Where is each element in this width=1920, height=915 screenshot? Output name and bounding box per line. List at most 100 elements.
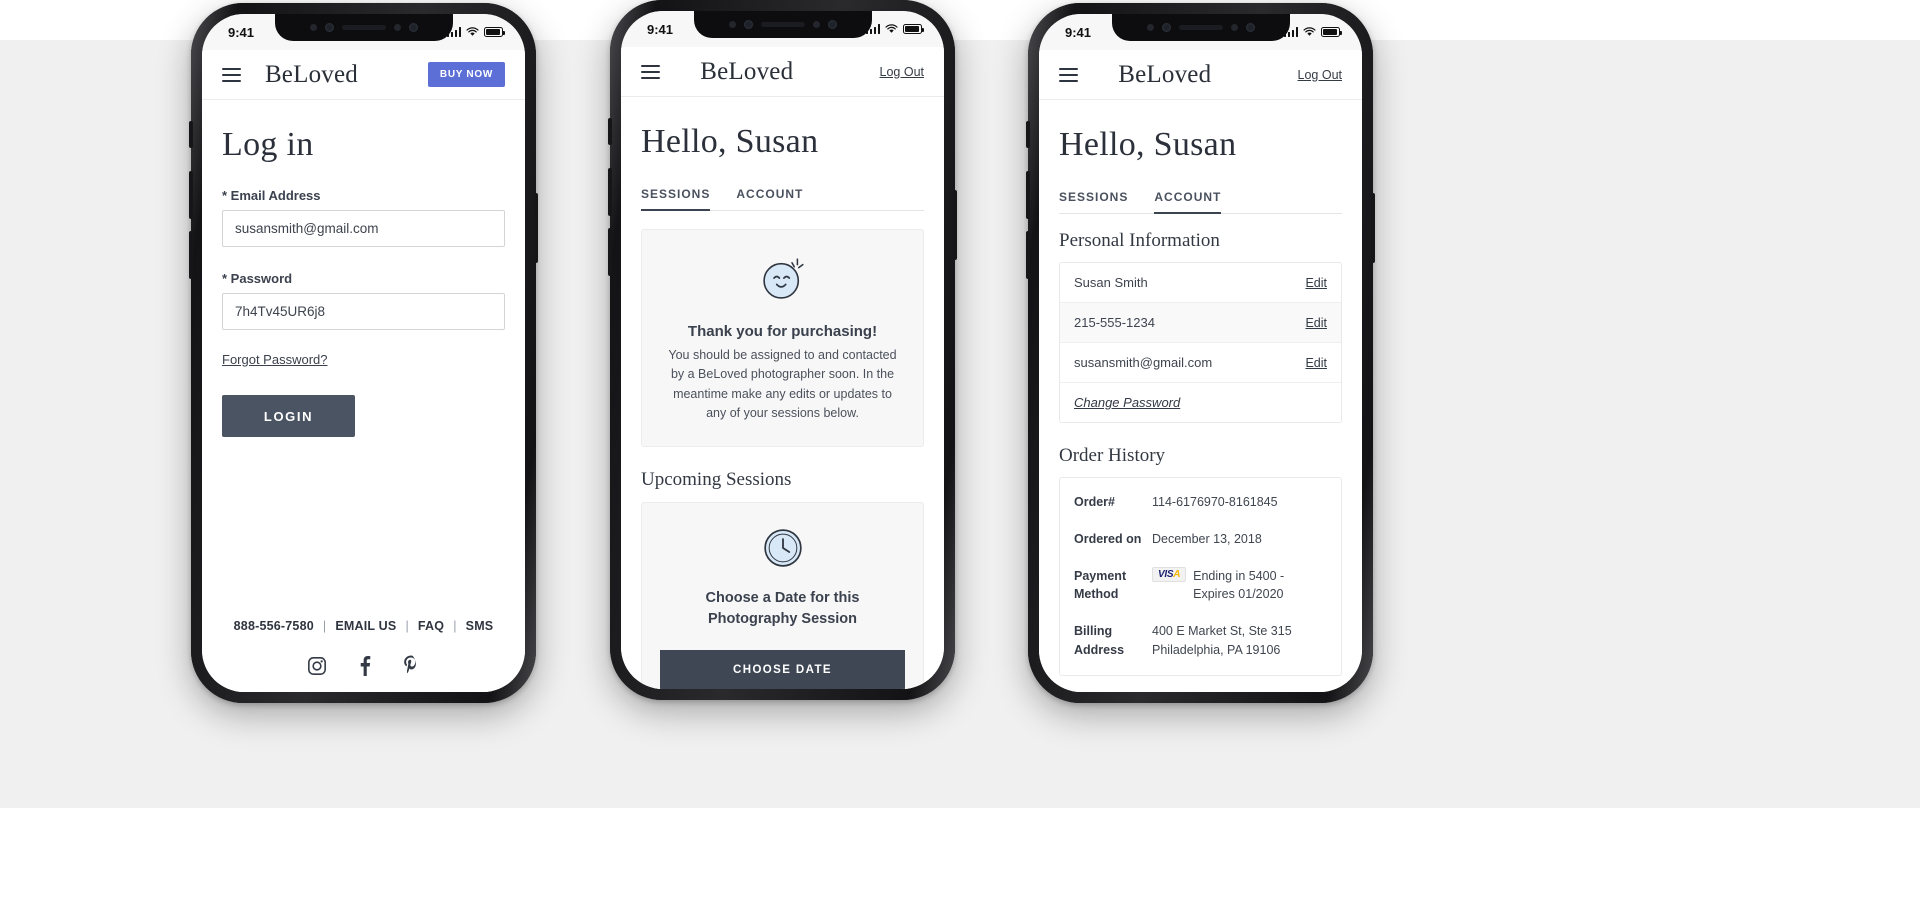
instagram-icon[interactable] (307, 656, 327, 676)
footer-sms-link[interactable]: SMS (466, 619, 494, 633)
order-history-card: Order# 114-6176970-8161845 Ordered on De… (1059, 477, 1342, 676)
footer-separator-2: | (405, 619, 409, 633)
table-row: Order# 114-6176970-8161845 (1060, 484, 1341, 521)
pinterest-icon[interactable] (402, 655, 421, 676)
email-input[interactable] (222, 210, 505, 247)
phone2-content: Hello, Susan SESSIONS ACCOUNT Thank you … (621, 97, 944, 689)
payment-method-label: Payment Method (1074, 568, 1127, 602)
status-indicators (1283, 27, 1342, 37)
footer-separator-1: | (322, 619, 327, 633)
thank-you-body: You should be assigned to and contacted … (668, 348, 897, 421)
change-password-link[interactable]: Change Password (1060, 383, 1341, 422)
status-time: 9:41 (647, 21, 674, 37)
tab-account[interactable]: ACCOUNT (1154, 190, 1222, 214)
greeting-title: Hello, Susan (1059, 126, 1237, 163)
dot-projector-icon (827, 20, 837, 29)
billing-address-label: Billing Address (1074, 624, 1125, 657)
table-row: Ordered on December 13, 2018 (1060, 521, 1341, 558)
phone1-volume-down-button (189, 231, 193, 279)
battery-icon (484, 27, 505, 37)
table-row: Billing Address 400 E Market St, Ste 315… (1060, 613, 1341, 669)
footer-email-us-link[interactable]: EMAIL US (335, 619, 396, 633)
tab-account[interactable]: ACCOUNT (736, 187, 803, 210)
email-value: susansmith@gmail.com (1074, 355, 1213, 370)
session-card: Choose a Date for this Photography Sessi… (641, 501, 924, 689)
screenshot-canvas: 9:41 BeLoved BUY NOW Log in * Email Addr… (0, 0, 1920, 915)
thank-you-card: Thank you for purchasing! You should be … (641, 229, 924, 447)
phone1-screen: 9:41 BeLoved BUY NOW Log in * Email Addr… (202, 14, 525, 692)
logout-link[interactable]: Log Out (1298, 68, 1342, 82)
phone2-top-nav: BeLoved Log Out (621, 47, 944, 97)
login-button[interactable]: LOGIN (222, 395, 355, 437)
phone1-footer: 888-556-7580 | EMAIL US | FAQ | SMS (202, 619, 525, 676)
phone1-mute-switch (189, 121, 193, 148)
earpiece-speaker-icon (1178, 25, 1223, 30)
proximity-sensor-icon (1230, 24, 1238, 31)
name-value: Susan Smith (1074, 275, 1148, 290)
footer-social-icons (222, 655, 505, 676)
phone3-volume-up-button (1026, 171, 1030, 219)
billing-address-value: 400 E Market St, Ste 315 Philadelphia, P… (1152, 624, 1292, 657)
phone2-mute-switch (608, 118, 612, 145)
phone2-notch (693, 11, 872, 38)
password-input[interactable] (222, 293, 505, 330)
status-time: 9:41 (228, 24, 255, 40)
table-row: Payment Method VISA Ending in 5400 - Exp… (1060, 558, 1341, 614)
tab-sessions[interactable]: SESSIONS (1059, 190, 1128, 213)
hamburger-menu-icon[interactable] (641, 64, 660, 79)
logout-link[interactable]: Log Out (880, 65, 924, 79)
phone1-content: Log in * Email Address * Password Forgot… (202, 100, 525, 692)
personal-information-heading: Personal Information (1059, 230, 1220, 251)
dot-projector-icon (408, 23, 418, 32)
tab-sessions[interactable]: SESSIONS (641, 187, 711, 211)
wifi-icon (1303, 27, 1316, 36)
phone1-power-button (534, 193, 538, 263)
brand-logo: BeLoved (700, 57, 794, 85)
ir-camera-icon (309, 24, 317, 31)
phone2-volume-down-button (608, 228, 612, 276)
status-indicators (865, 24, 924, 34)
phone2-volume-up-button (608, 168, 612, 216)
front-camera-icon (324, 23, 334, 32)
phone2-power-button (953, 190, 957, 260)
front-camera-icon (743, 20, 753, 29)
facebook-icon[interactable] (355, 655, 374, 676)
ir-camera-icon (728, 21, 736, 28)
phone1-volume-up-button (189, 171, 193, 219)
wifi-icon (466, 27, 479, 36)
ordered-on-label: Ordered on (1074, 531, 1142, 546)
edit-email-link[interactable]: Edit (1305, 356, 1327, 370)
edit-phone-link[interactable]: Edit (1305, 316, 1327, 330)
front-camera-icon (1161, 23, 1171, 32)
footer-separator-3: | (453, 619, 457, 633)
status-time: 9:41 (1065, 24, 1092, 40)
hamburger-menu-icon[interactable] (222, 67, 241, 82)
earpiece-speaker-icon (341, 25, 386, 30)
choose-date-button[interactable]: CHOOSE DATE (660, 649, 905, 689)
table-row: susansmith@gmail.com Edit (1060, 343, 1341, 383)
footer-faq-link[interactable]: FAQ (418, 619, 444, 633)
greeting-title: Hello, Susan (641, 123, 819, 160)
battery-icon (903, 24, 924, 34)
hamburger-menu-icon[interactable] (1059, 67, 1078, 82)
account-tabs: SESSIONS ACCOUNT (1059, 190, 1342, 214)
ordered-on-value: December 13, 2018 (1152, 531, 1262, 546)
phone-mockup-account: 9:41 BeLoved Log Out Hello, Susan SESSIO… (1026, 3, 1375, 703)
upcoming-sessions-heading: Upcoming Sessions (641, 468, 792, 490)
ir-camera-icon (1146, 24, 1154, 31)
phone3-notch (1111, 14, 1290, 41)
phone1-notch (274, 14, 453, 41)
visa-card-icon: VISA (1152, 566, 1187, 582)
forgot-password-link[interactable]: Forgot Password? (222, 352, 328, 367)
edit-name-link[interactable]: Edit (1305, 276, 1327, 290)
phone3-content: Hello, Susan SESSIONS ACCOUNT Personal I… (1039, 100, 1362, 692)
buy-now-button[interactable]: BUY NOW (427, 62, 505, 87)
payment-method-value: Ending in 5400 - Expires 01/2020 (1193, 568, 1285, 602)
footer-phone-link[interactable]: 888-556-7580 (234, 619, 314, 633)
order-number-value: 114-6176970-8161845 (1152, 495, 1278, 509)
battery-icon (1321, 27, 1342, 37)
table-row: 215-555-1234 Edit (1060, 303, 1341, 343)
smiley-face-icon (762, 258, 804, 299)
password-field-label: * Password (222, 271, 293, 286)
page-title: Log in (222, 126, 314, 163)
